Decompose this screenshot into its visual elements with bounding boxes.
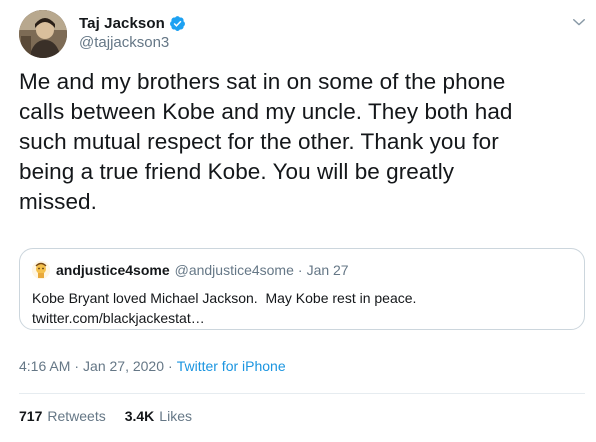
- quoted-tweet-date[interactable]: Jan 27: [307, 262, 349, 278]
- quoted-author-handle[interactable]: @andjustice4some: [175, 262, 294, 278]
- tweet-source-link[interactable]: Twitter for iPhone: [177, 358, 286, 374]
- retweets-stat[interactable]: 717 Retweets: [19, 408, 106, 424]
- tweet-text-line: such mutual respect for the other. Thank…: [19, 129, 499, 154]
- author-avatar[interactable]: [19, 10, 67, 58]
- tweet-text-line: calls between Kobe and my uncle. They bo…: [19, 99, 513, 124]
- quoted-tweet-header: andjustice4some @andjustice4some · Jan 2…: [32, 260, 349, 280]
- tweet-stats: 717 Retweets 3.4K Likes: [19, 408, 192, 424]
- profile-photo-icon: [19, 10, 67, 58]
- quoted-tweet-text: Kobe Bryant loved Michael Jackson. May K…: [32, 288, 572, 328]
- likes-count: 3.4K: [124, 408, 155, 424]
- separator-dot: ·: [297, 262, 303, 278]
- author-display-name[interactable]: Taj Jackson: [79, 15, 165, 32]
- tweet-card: Taj Jackson @tajjackson3 Me and my broth…: [0, 0, 596, 442]
- quoted-author-avatar: [32, 261, 50, 279]
- tweet-text-line: missed.: [19, 189, 97, 214]
- quoted-text-line: Kobe Bryant loved Michael Jackson. May K…: [32, 290, 417, 306]
- retweets-count: 717: [19, 408, 43, 424]
- separator-dot: ·: [168, 358, 173, 374]
- separator-dot: ·: [74, 358, 80, 374]
- likes-stat[interactable]: 3.4K Likes: [125, 408, 192, 424]
- tweet-date[interactable]: Jan 27, 2020: [83, 358, 164, 374]
- author-handle[interactable]: @tajjackson3: [79, 34, 169, 51]
- quoted-author-name[interactable]: andjustice4some: [56, 262, 170, 278]
- divider: [19, 393, 585, 394]
- chevron-down-icon[interactable]: [570, 13, 588, 31]
- retweets-label: Retweets: [47, 408, 106, 424]
- tweet-text-line: being a true friend Kobe. You will be gr…: [19, 159, 455, 184]
- likes-label: Likes: [159, 408, 192, 424]
- quoted-tweet-card[interactable]: andjustice4some @andjustice4some · Jan 2…: [19, 248, 585, 330]
- tweet-metadata: 4:16 AM · Jan 27, 2020 · Twitter for iPh…: [19, 358, 286, 374]
- tweet-text-line: Me and my brothers sat in on some of the…: [19, 69, 506, 94]
- emoji-avatar-icon: [32, 261, 50, 279]
- tweet-text: Me and my brothers sat in on some of the…: [19, 67, 579, 217]
- tweet-time[interactable]: 4:16 AM: [19, 358, 70, 374]
- verified-badge-icon: [169, 15, 185, 31]
- quoted-text-link[interactable]: twitter.com/blackjackestat…: [32, 308, 572, 328]
- author-name-row: Taj Jackson: [79, 13, 186, 33]
